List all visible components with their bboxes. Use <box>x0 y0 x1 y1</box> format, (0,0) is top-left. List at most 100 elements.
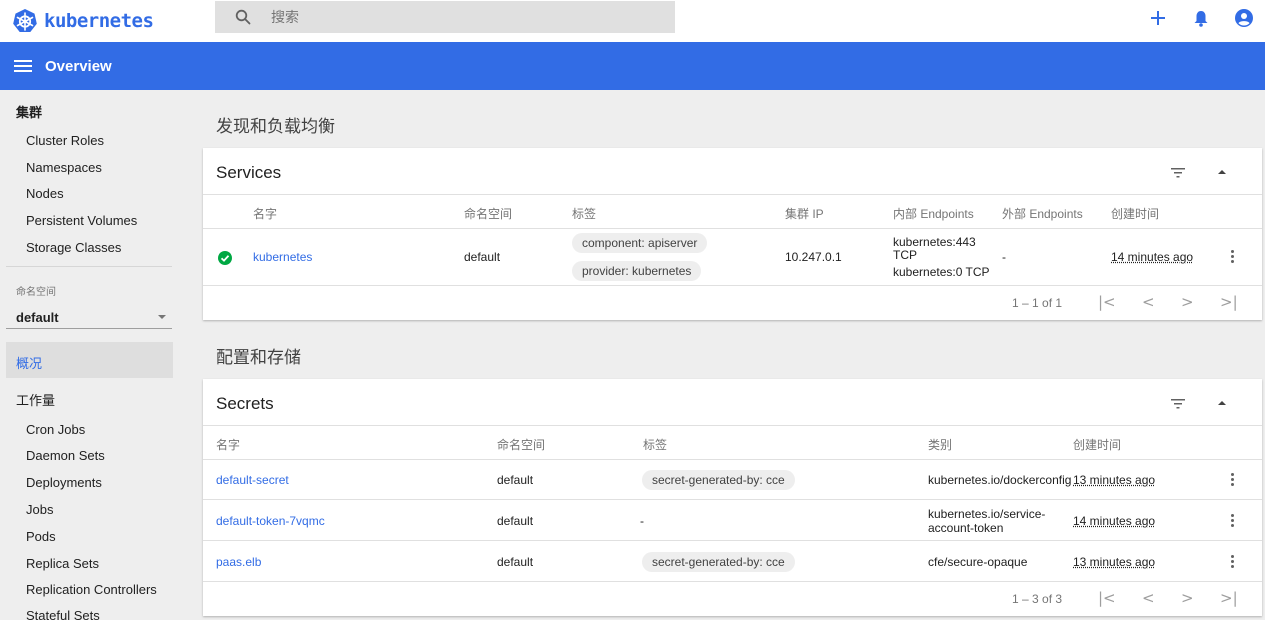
namespace-select[interactable]: default <box>16 308 170 326</box>
section-title-discovery: 发现和负载均衡 <box>216 117 335 136</box>
secret-namespace: default <box>497 514 534 528</box>
sidebar-item-stateful-sets[interactable]: Stateful Sets <box>26 608 100 620</box>
sidebar-item-replication-controllers[interactable]: Replication Controllers <box>26 582 157 597</box>
filter-icon[interactable] <box>1171 168 1185 178</box>
divider <box>203 285 1262 286</box>
sidebar-item-persistent-volumes[interactable]: Persistent Volumes <box>26 213 137 228</box>
secret-type: cfe/secure-opaque <box>928 555 1028 569</box>
external-endpoints: - <box>1002 250 1006 264</box>
column-header-name: 名字 <box>253 207 278 221</box>
secret-name-link[interactable]: paas.elb <box>216 555 261 569</box>
sidebar-item-overview-label: 概况 <box>16 356 43 371</box>
next-page-icon[interactable]: > <box>1181 589 1194 607</box>
collapse-icon[interactable] <box>1218 401 1226 405</box>
column-header-type: 类别 <box>928 438 953 452</box>
sidebar-item-pods[interactable]: Pods <box>26 529 56 544</box>
account-button[interactable] <box>1222 0 1265 36</box>
page-title: Overview <box>45 57 112 75</box>
service-cluster-ip: 10.247.0.1 <box>785 250 842 264</box>
secret-name-link[interactable]: default-secret <box>216 473 289 487</box>
last-page-icon[interactable]: >| <box>1220 293 1238 311</box>
internal-endpoint: kubernetes:443 <box>893 235 976 249</box>
create-button[interactable] <box>1136 0 1179 36</box>
sidebar-item-jobs[interactable]: Jobs <box>26 502 53 517</box>
column-header-namespace: 命名空间 <box>497 438 546 452</box>
add-icon <box>1150 11 1165 25</box>
sidebar-item-replica-sets[interactable]: Replica Sets <box>26 556 99 571</box>
secret-namespace: default <box>497 473 534 487</box>
column-header-namespace: 命名空间 <box>464 207 513 221</box>
column-header-name: 名字 <box>216 438 241 452</box>
brand-name: kubernetes <box>44 10 154 32</box>
divider <box>203 228 1262 229</box>
search-input[interactable]: 搜索 <box>271 7 299 27</box>
label-chip: provider: kubernetes <box>572 261 702 281</box>
more-vert-icon[interactable] <box>1231 514 1235 527</box>
sidebar-item-nodes[interactable]: Nodes <box>26 186 64 201</box>
top-bar: kubernetes 搜索 <box>0 0 1265 42</box>
service-namespace: default <box>464 250 501 264</box>
label-chip: secret-generated-by: cce <box>642 552 795 572</box>
column-header-internal-endpoints: 内部 Endpoints <box>893 207 974 221</box>
column-header-created: 创建时间 <box>1073 438 1122 452</box>
sidebar-item-cron-jobs[interactable]: Cron Jobs <box>26 422 85 437</box>
sidebar-item-namespaces[interactable]: Namespaces <box>26 160 102 175</box>
sidebar-item-cluster-roles[interactable]: Cluster Roles <box>26 133 104 148</box>
secret-name-link[interactable]: default-token-7vqmc <box>216 514 325 528</box>
label-chip: secret-generated-by: cce <box>642 470 795 490</box>
namespace-label: 命名空间 <box>16 287 56 298</box>
kubernetes-logo[interactable]: kubernetes <box>12 8 212 34</box>
next-page-icon[interactable]: > <box>1181 293 1194 311</box>
search-bar[interactable]: 搜索 <box>215 1 675 33</box>
internal-endpoint-protocol: TCP <box>893 248 917 262</box>
secret-labels: - <box>640 514 644 528</box>
column-header-labels: 标签 <box>643 438 668 452</box>
menu-icon[interactable] <box>14 59 32 73</box>
sidebar-item-deployments[interactable]: Deployments <box>26 475 102 490</box>
column-header-external-endpoints: 外部 Endpoints <box>1002 207 1083 221</box>
prev-page-icon[interactable]: < <box>1142 293 1155 311</box>
sidebar-workloads-header[interactable]: 工作量 <box>16 390 55 409</box>
column-header-labels: 标签 <box>572 207 597 221</box>
divider <box>203 540 1262 541</box>
divider <box>203 425 1262 426</box>
pagination-range: 1 – 1 of 1 <box>1012 296 1063 310</box>
section-title-config: 配置和存储 <box>216 348 301 367</box>
notifications-button[interactable] <box>1179 0 1222 36</box>
service-name-link[interactable]: kubernetes <box>253 250 312 264</box>
service-age: 14 minutes ago <box>1111 250 1194 264</box>
secret-age: 13 minutes ago <box>1073 555 1156 569</box>
prev-page-icon[interactable]: < <box>1142 589 1155 607</box>
sidebar-item-daemon-sets[interactable]: Daemon Sets <box>26 448 105 463</box>
sidebar-divider <box>6 266 172 267</box>
sidebar-item-overview[interactable]: 概况 <box>6 342 173 378</box>
sidebar-item-storage-classes[interactable]: Storage Classes <box>26 240 121 255</box>
first-page-icon[interactable]: |< <box>1098 589 1116 607</box>
namespace-underline <box>6 328 172 329</box>
services-card: Services 名字 命名空间 标签 集群 IP 内部 Endpoints 外… <box>203 148 1262 320</box>
secret-type: kubernetes.io/service- <box>928 507 1046 521</box>
divider <box>203 499 1262 500</box>
pagination-range: 1 – 3 of 3 <box>1012 592 1063 606</box>
divider <box>203 459 1262 460</box>
more-vert-icon[interactable] <box>1231 473 1235 486</box>
more-vert-icon[interactable] <box>1231 555 1235 568</box>
divider <box>203 194 1262 195</box>
secrets-title: Secrets <box>216 394 274 413</box>
first-page-icon[interactable]: |< <box>1098 293 1116 311</box>
secret-type: kubernetes.io/dockerconfig <box>928 473 1072 487</box>
column-header-cluster-ip: 集群 IP <box>785 207 824 221</box>
bell-icon <box>1194 10 1207 27</box>
helm-wheel-icon <box>13 9 37 32</box>
last-page-icon[interactable]: >| <box>1220 589 1238 607</box>
dropdown-arrow-icon <box>158 315 166 319</box>
search-icon <box>235 9 251 25</box>
more-vert-icon[interactable] <box>1231 250 1235 263</box>
collapse-icon[interactable] <box>1218 170 1226 174</box>
sidebar-cluster-header: 集群 <box>16 105 43 120</box>
namespace-value: default <box>16 309 59 325</box>
secret-type-cont: account-token <box>928 521 1004 535</box>
filter-icon[interactable] <box>1171 399 1185 409</box>
page-header: Overview <box>0 42 1265 90</box>
secrets-card: Secrets 名字 命名空间 标签 类别 创建时间 default-secre… <box>203 379 1262 616</box>
